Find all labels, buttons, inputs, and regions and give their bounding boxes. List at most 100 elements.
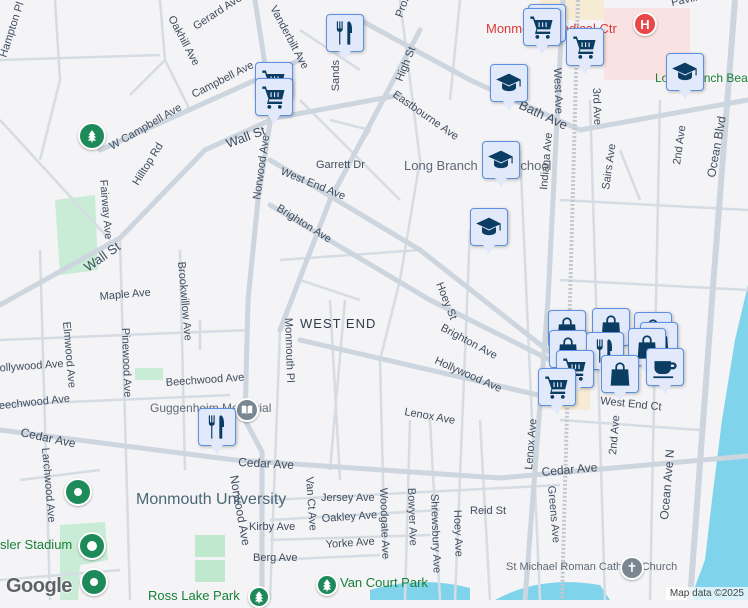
school-marker[interactable] — [666, 53, 704, 99]
school-label-line: Long Branch High School — [404, 158, 552, 173]
graduation-cap-icon — [671, 58, 699, 86]
school-marker[interactable] — [470, 208, 508, 254]
grocery-marker[interactable] — [566, 28, 604, 74]
neighborhood-label: WEST END — [300, 316, 376, 331]
map-attribution[interactable]: Map data ©2025 — [665, 587, 748, 600]
graduation-cap-icon — [495, 69, 523, 97]
park-pin[interactable] — [248, 586, 270, 608]
stadium-icon — [87, 541, 97, 551]
street-label: Oakley Ave — [321, 509, 377, 525]
street-label: Monmouth Pl — [282, 318, 296, 383]
street-label: Yorke Ave — [325, 536, 375, 551]
school-label[interactable]: Long Branch High School — [404, 158, 552, 173]
field — [195, 535, 225, 557]
book-icon — [240, 403, 254, 417]
street-label: Larchwood Ave — [39, 447, 57, 523]
field — [195, 560, 225, 582]
street-label: Cedar Ave — [238, 455, 295, 472]
street-label: West End Ct — [600, 395, 662, 413]
restaurant-marker[interactable] — [198, 408, 236, 454]
street-label: Norwood Ave — [251, 134, 272, 200]
street-label: Berg Ave — [253, 552, 297, 564]
street-label: Kirby Ave — [249, 521, 295, 533]
grocery-marker[interactable] — [255, 78, 293, 124]
restaurant-marker[interactable] — [326, 14, 364, 60]
cart-icon — [543, 373, 571, 401]
street-label: Norwood Ave — [227, 474, 253, 547]
grocery-marker[interactable] — [523, 8, 561, 54]
tree-icon — [320, 578, 334, 592]
van-court-park-label[interactable]: Van Court Park — [340, 575, 428, 590]
grocery-marker[interactable] — [538, 368, 576, 414]
memorial-pin[interactable] — [235, 398, 259, 422]
street-label: Garrett Dr — [316, 159, 365, 171]
street-label: Beechwood Ave — [165, 372, 244, 389]
street-label: Reid St — [470, 505, 506, 517]
tree-icon — [85, 129, 99, 143]
ross-lake-park-label[interactable]: Ross Lake Park — [148, 588, 240, 600]
street-label: Gerard Ave — [191, 0, 244, 33]
street-label: High St — [394, 45, 419, 83]
hospital-pin[interactable]: H — [633, 12, 657, 36]
street-label: Fairway Ave — [97, 179, 114, 240]
church-pin[interactable]: ✝ — [620, 556, 644, 580]
landmark-pin[interactable] — [64, 478, 92, 506]
map-canvas[interactable]: Gerard Ave Oakhill Ave Vanderbilt Ave Ca… — [0, 0, 748, 600]
street-label: Van Ct Ave — [303, 476, 319, 531]
fork-knife-icon — [203, 413, 231, 441]
place-icon — [74, 488, 82, 496]
street-label: Elmwood Ave — [60, 321, 78, 388]
shopping-bag-icon — [606, 360, 634, 388]
park-pin[interactable] — [316, 574, 338, 596]
google-logo[interactable]: Google — [6, 575, 72, 598]
street-label: Maple Ave — [99, 287, 151, 303]
street-label: 2nd Ave — [607, 415, 622, 455]
cross-icon: ✝ — [626, 560, 638, 575]
landmark-pin[interactable] — [80, 568, 108, 596]
cart-icon — [571, 33, 599, 61]
graduation-cap-icon — [475, 213, 503, 241]
cart-icon — [260, 83, 288, 111]
street-label: Hampton Pl — [0, 1, 27, 59]
university-label[interactable]: Monmouth University — [136, 491, 286, 508]
school-marker[interactable] — [482, 141, 520, 187]
street-label: Shrewsbury Ave — [428, 494, 443, 574]
street-label: Beechwood Ave — [0, 393, 71, 413]
street-label: Hilltop Rd — [130, 141, 165, 188]
street-label: Hoey Ave — [451, 510, 465, 557]
fork-knife-icon — [331, 19, 359, 47]
coffee-cup-icon — [651, 353, 679, 381]
street-label: 2nd Ave — [671, 125, 688, 166]
street-label: Jersey Ave — [321, 492, 375, 504]
cafe-marker[interactable] — [646, 348, 684, 394]
street-label: 3rd Ave — [590, 88, 603, 126]
street-label: Pavilion — [670, 0, 710, 9]
street-label: Pinewood Ave — [119, 328, 133, 398]
shop-marker[interactable] — [601, 355, 639, 401]
street-label: Greens Ave — [545, 485, 562, 543]
stadium-label[interactable]: sler Stadium — [0, 537, 72, 552]
street-label: W Campbell Ave — [108, 102, 184, 153]
street-label: Sairs Ave — [600, 143, 618, 191]
lake — [495, 582, 610, 600]
church-label[interactable]: St Michael Roman Catholic Church — [506, 561, 677, 573]
tree-icon — [252, 590, 266, 604]
street-label: Ocean Ave N — [657, 449, 677, 520]
street-label: Woodgate Ave — [377, 488, 391, 560]
graduation-cap-icon — [487, 146, 515, 174]
stadium-pin[interactable] — [78, 532, 106, 560]
place-icon — [90, 578, 98, 586]
street-labels: Gerard Ave Oakhill Ave Vanderbilt Ave Ca… — [0, 0, 729, 573]
park-pin[interactable] — [78, 122, 106, 150]
street-label: Brookwillow Ave — [175, 261, 194, 341]
street-label: West Ave — [551, 68, 565, 114]
cart-icon — [528, 13, 556, 41]
street-label: Prospect — [394, 0, 420, 19]
hospital-icon: H — [640, 16, 650, 32]
park-area — [135, 368, 163, 380]
street-label: Sands — [330, 60, 342, 92]
street-label: Bowyer Ave — [405, 488, 419, 546]
cedar-ave — [0, 427, 748, 481]
street-label: Hollywood Ave — [0, 358, 64, 375]
school-marker[interactable] — [490, 64, 528, 110]
